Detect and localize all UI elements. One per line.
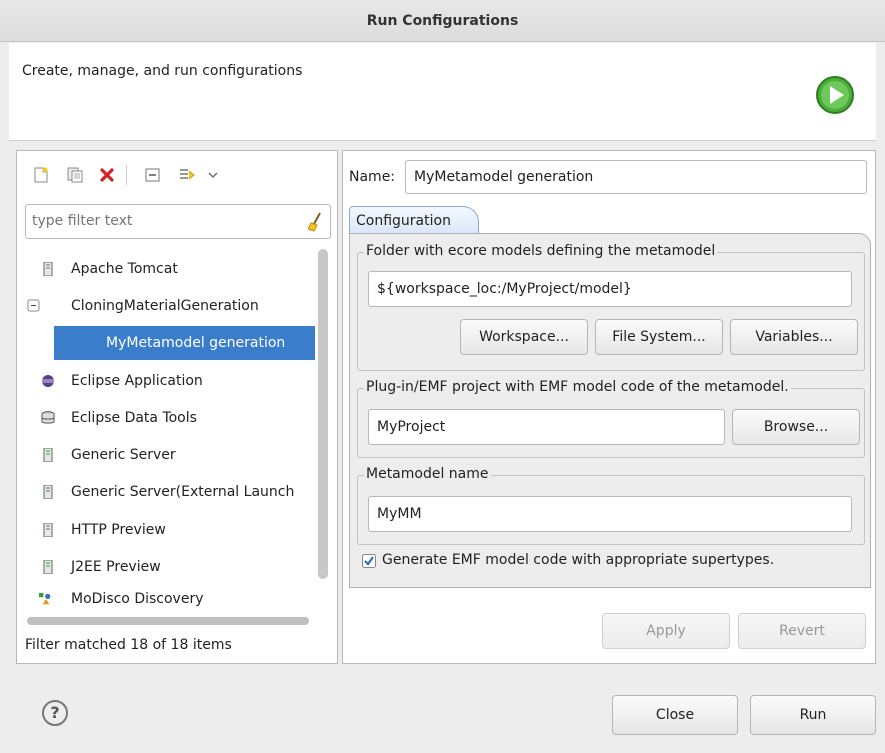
- tree-item-apache-tomcat[interactable]: Apache Tomcat: [37, 252, 317, 286]
- metamodel-name-group: Metamodel name MyMM: [357, 466, 865, 545]
- server-icon: [43, 560, 53, 574]
- name-input[interactable]: MyMetamodel generation: [405, 160, 867, 194]
- window-title: Run Configurations: [0, 0, 885, 42]
- clear-filter-icon[interactable]: [308, 212, 324, 232]
- plugin-project-input[interactable]: MyProject: [368, 409, 725, 445]
- metamodel-name-input[interactable]: MyMM: [368, 496, 852, 532]
- collapse-icon[interactable]: [27, 299, 41, 313]
- configuration-tree: Apache Tomcat CloningMaterialGeneration …: [17, 247, 317, 615]
- folder-path-input[interactable]: ${workspace_loc:/MyProject/model}: [368, 271, 852, 307]
- metamodel-group-title: Metamodel name: [364, 466, 491, 482]
- tree-item-generic-server[interactable]: Generic Server: [37, 438, 317, 472]
- tree-item-j2ee-preview[interactable]: J2EE Preview: [37, 550, 317, 584]
- dialog-header: Create, manage, and run configurations: [9, 43, 876, 141]
- browse-button[interactable]: Browse...: [732, 409, 860, 445]
- configuration-editor-panel: Name: MyMetamodel generation Configurati…: [342, 150, 876, 664]
- server-icon: [43, 262, 53, 276]
- filter-icon[interactable]: [177, 165, 197, 185]
- filter-field[interactable]: [25, 204, 331, 239]
- plugin-group-title: Plug-in/EMF project with EMF model code …: [364, 379, 791, 395]
- server-icon: [43, 448, 53, 462]
- tree-item-mymetamodel-generation[interactable]: MyMetamodel generation: [54, 326, 315, 360]
- chevron-down-icon[interactable]: [203, 165, 223, 185]
- vertical-scrollbar[interactable]: [318, 249, 328, 579]
- run-button[interactable]: Run: [750, 695, 876, 735]
- tree-item-eclipse-data-tools[interactable]: Eclipse Data Tools: [37, 401, 317, 435]
- tree-item-generic-server-external[interactable]: Generic Server(External Launch: [37, 475, 317, 509]
- toolbar-separator: [126, 165, 127, 185]
- workspace-button[interactable]: Workspace...: [460, 319, 588, 355]
- eclipse-icon: [42, 375, 54, 387]
- tree-item-http-preview[interactable]: HTTP Preview: [37, 513, 317, 547]
- folder-group-title: Folder with ecore models defining the me…: [364, 243, 718, 259]
- folder-group: Folder with ecore models defining the me…: [357, 243, 865, 371]
- close-button[interactable]: Close: [612, 695, 738, 735]
- filter-input[interactable]: [32, 213, 302, 229]
- revert-button[interactable]: Revert: [738, 613, 866, 649]
- duplicate-icon[interactable]: [65, 165, 85, 185]
- generate-checkbox[interactable]: [362, 554, 376, 568]
- new-configuration-icon[interactable]: [31, 165, 51, 185]
- variables-button[interactable]: Variables...: [730, 319, 858, 355]
- collapse-all-icon[interactable]: [143, 165, 163, 185]
- configuration-tab-body: Folder with ecore models defining the me…: [349, 233, 871, 588]
- database-icon: [41, 411, 55, 424]
- file-system-button[interactable]: File System...: [595, 319, 723, 355]
- help-icon[interactable]: ?: [42, 700, 68, 726]
- tree-item-cloning-material-generation[interactable]: CloningMaterialGeneration: [27, 289, 317, 323]
- modisco-icon: [39, 592, 51, 605]
- delete-icon[interactable]: [97, 165, 117, 185]
- server-icon: [43, 485, 53, 499]
- header-description: Create, manage, and run configurations: [22, 63, 303, 79]
- tab-configuration[interactable]: Configuration: [349, 206, 479, 234]
- generate-checkbox-label: Generate EMF model code with appropriate…: [382, 552, 775, 568]
- tree-item-eclipse-application[interactable]: Eclipse Application: [37, 364, 317, 398]
- plugin-project-group: Plug-in/EMF project with EMF model code …: [357, 379, 865, 458]
- run-icon: [816, 76, 854, 114]
- filter-status: Filter matched 18 of 18 items: [25, 637, 232, 653]
- server-icon: [43, 523, 53, 537]
- apply-button[interactable]: Apply: [602, 613, 730, 649]
- name-label: Name:: [349, 169, 396, 185]
- list-toolbar: [17, 151, 337, 197]
- horizontal-scrollbar[interactable]: [27, 617, 309, 625]
- configuration-list-panel: Apache Tomcat CloningMaterialGeneration …: [16, 150, 338, 664]
- tree-item-modisco-discovery[interactable]: MoDisco Discovery: [37, 582, 317, 615]
